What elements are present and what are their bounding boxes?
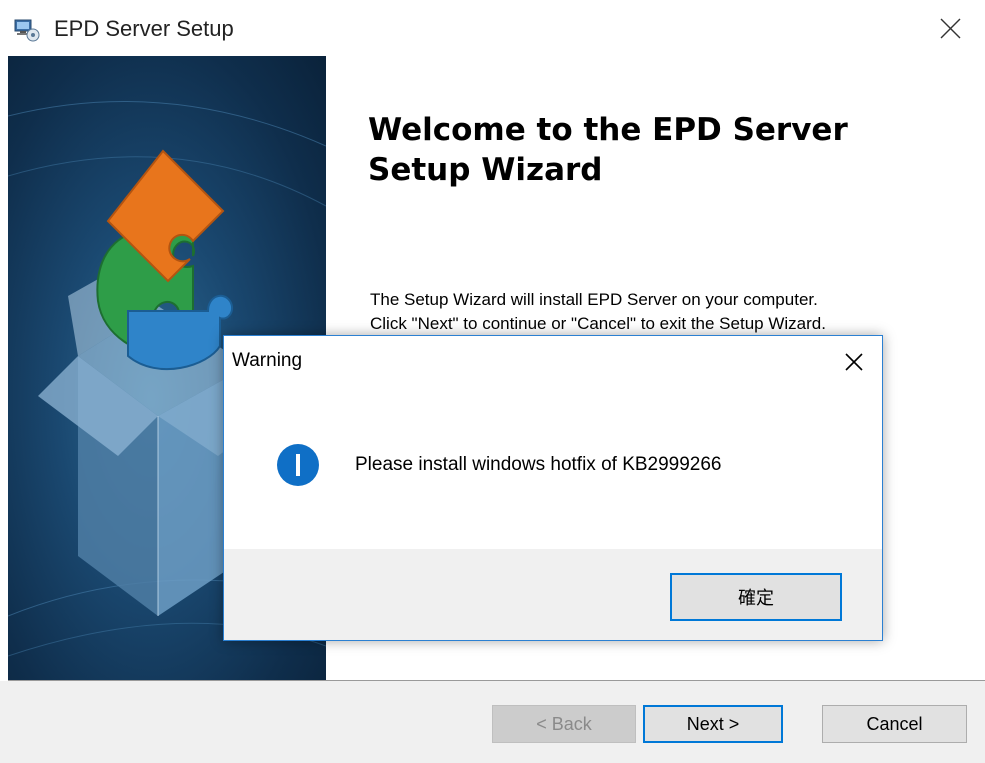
cancel-button[interactable]: Cancel bbox=[822, 705, 967, 743]
back-button[interactable]: < Back bbox=[492, 705, 636, 743]
window-title: EPD Server Setup bbox=[54, 16, 234, 41]
welcome-title: Welcome to the EPD Server Setup Wizard bbox=[368, 110, 928, 190]
dialog-title: Warning bbox=[232, 350, 303, 371]
ok-button[interactable]: 確定 bbox=[670, 573, 842, 621]
welcome-body-line-2: Click "Next" to continue or "Cancel" to … bbox=[370, 314, 826, 333]
dialog-close-icon[interactable] bbox=[836, 346, 872, 378]
dialog-footer: 確定 bbox=[224, 549, 882, 640]
next-button[interactable]: Next > bbox=[643, 705, 783, 743]
welcome-description: The Setup Wizard will install EPD Server… bbox=[370, 288, 970, 336]
close-icon[interactable] bbox=[915, 6, 985, 50]
welcome-body-line-1: The Setup Wizard will install EPD Server… bbox=[370, 290, 818, 309]
installer-computer-icon bbox=[14, 18, 40, 42]
welcome-title-line-2: Setup Wizard bbox=[368, 152, 603, 188]
warning-dialog: Warning Please install windows hotfix of… bbox=[223, 335, 883, 641]
wizard-footer: < Back Next > Cancel bbox=[0, 681, 985, 763]
title-bar: EPD Server Setup bbox=[0, 0, 985, 56]
welcome-title-line-1: Welcome to the EPD Server bbox=[368, 112, 848, 148]
dialog-message: Please install windows hotfix of KB29992… bbox=[355, 454, 722, 475]
info-icon bbox=[276, 443, 320, 487]
setup-wizard-window: EPD Server Setup Welcome to the EPD Serv… bbox=[0, 0, 985, 763]
